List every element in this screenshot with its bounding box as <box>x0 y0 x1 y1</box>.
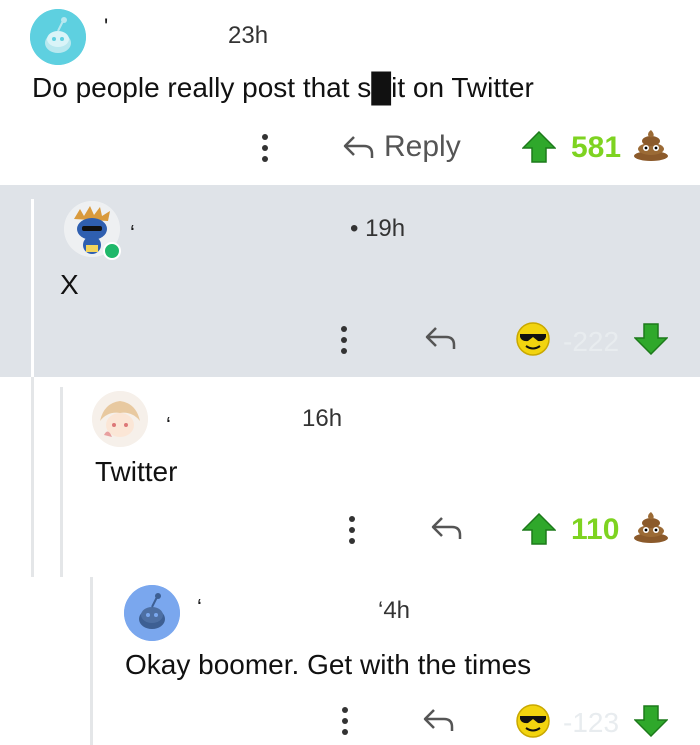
comment-reply-level-1: ʻ • 19h X -222 <box>0 185 700 377</box>
reply-arrow-icon <box>423 709 454 731</box>
up-arrow-icon <box>521 512 557 545</box>
username[interactable]: ʻ <box>166 413 171 439</box>
reply-label: Reply <box>384 130 461 163</box>
comment-body: X <box>60 269 79 300</box>
thread-line[interactable] <box>90 577 93 745</box>
up-arrow-icon <box>521 130 557 163</box>
more-options-icon[interactable] <box>262 134 268 162</box>
timestamp: • 19h <box>350 215 406 242</box>
reply-button[interactable] <box>422 707 456 733</box>
down-arrow-icon <box>633 323 669 356</box>
poop-icon[interactable] <box>632 510 670 549</box>
timestamp: ‘4h <box>378 597 411 624</box>
comment-reply-level-2: ʻ 16h Twitter 110 <box>0 377 700 745</box>
comment-body: Okay boomer. Get with the times <box>125 649 532 680</box>
comment-top-level: ' 23h Do people really post that s█it on… <box>0 0 700 185</box>
reply-button[interactable] <box>424 325 458 351</box>
timestamp: 23h <box>228 22 269 49</box>
custom-avatar-icon <box>92 391 148 447</box>
reddit-snoo-icon <box>30 9 86 65</box>
timestamp: 16h <box>302 405 343 432</box>
score: 110 <box>571 513 620 546</box>
thread-line[interactable] <box>31 199 34 377</box>
username[interactable]: ʻ <box>130 221 135 247</box>
reddit-snoo-icon <box>124 585 180 641</box>
score: -123 <box>563 707 620 738</box>
upvote-button[interactable] <box>521 512 557 550</box>
comment-body: Do people really post that s█it on Twitt… <box>32 72 534 103</box>
reply-arrow-icon <box>425 327 456 349</box>
avatar[interactable] <box>30 9 86 65</box>
more-options-icon[interactable] <box>349 516 355 544</box>
username[interactable]: ' <box>104 14 108 40</box>
reply-arrow-icon <box>343 136 374 158</box>
down-arrow-icon <box>633 705 669 738</box>
online-status-indicator <box>103 242 121 260</box>
score: 581 <box>571 131 622 164</box>
reply-arrow-icon <box>431 517 462 539</box>
upvote-button[interactable] <box>521 130 557 168</box>
more-options-icon[interactable] <box>342 707 348 735</box>
comment-body: Twitter <box>95 456 178 487</box>
reply-button[interactable]: Reply <box>342 130 461 164</box>
sunglasses-face-icon[interactable] <box>515 703 551 744</box>
comment-reply-level-3: ʻ ‘4h Okay boomer. Get with the times -1… <box>0 577 700 745</box>
avatar[interactable] <box>92 391 148 447</box>
score: -222 <box>563 326 620 357</box>
avatar[interactable] <box>124 585 180 641</box>
more-options-icon[interactable] <box>341 326 347 354</box>
downvote-button[interactable] <box>633 705 669 742</box>
reply-button[interactable] <box>430 515 464 541</box>
username[interactable]: ʻ <box>197 595 202 621</box>
downvote-button[interactable] <box>633 323 669 360</box>
poop-icon[interactable] <box>632 128 670 167</box>
sunglasses-face-icon[interactable] <box>515 321 551 362</box>
